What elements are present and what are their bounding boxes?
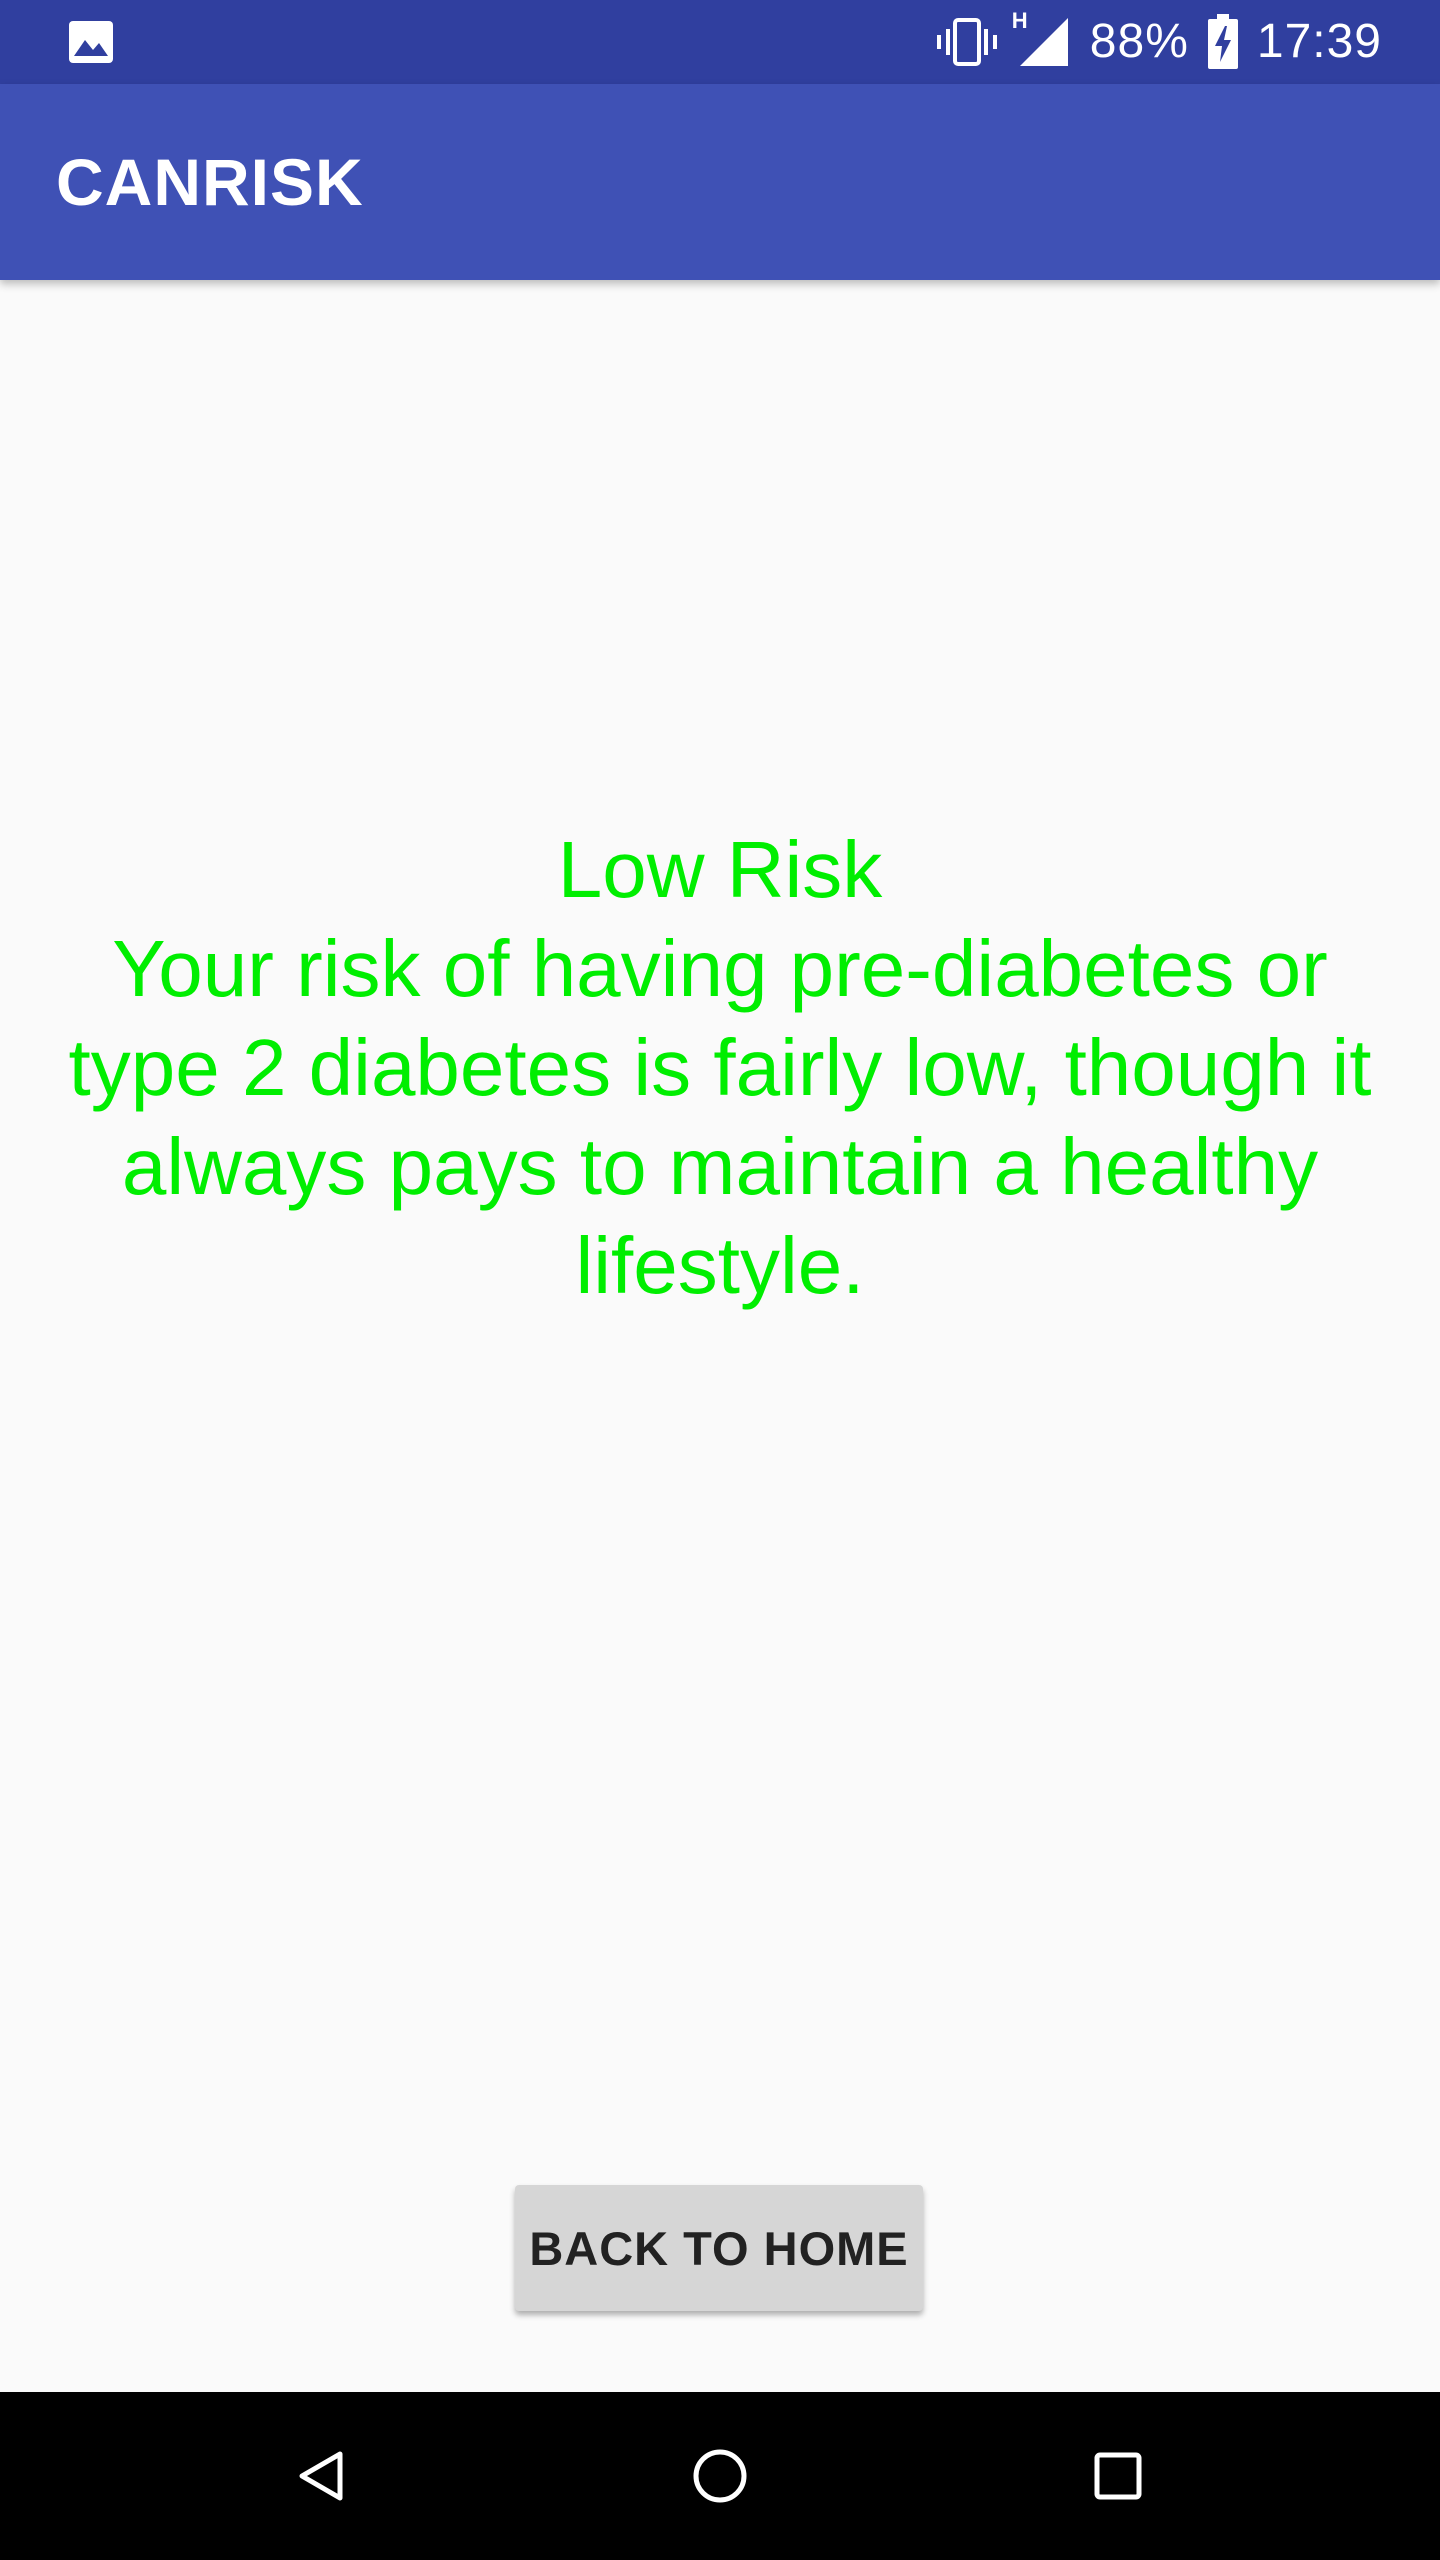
network-type-label: H	[1011, 8, 1028, 33]
status-indicators: H 88% 17:39	[936, 0, 1382, 84]
app-title: CANRISK	[56, 145, 364, 219]
signal-icon: H	[1012, 10, 1072, 68]
screen: H 88% 17:39 CANRISK Low Risk Your risk o…	[0, 0, 1440, 2560]
risk-result: Low Risk Your risk of having pre-diabete…	[40, 820, 1400, 1315]
status-bar: H 88% 17:39	[0, 0, 1440, 84]
navigation-bar	[0, 2392, 1440, 2560]
back-to-home-button[interactable]: BACK TO HOME	[515, 2185, 923, 2311]
recents-square-icon[interactable]	[1068, 2426, 1168, 2526]
vibrate-icon	[936, 17, 998, 67]
home-circle-icon[interactable]	[670, 2426, 770, 2526]
battery-percent: 88%	[1089, 15, 1189, 68]
risk-level-label: Low Risk	[557, 825, 883, 914]
clock: 17:39	[1256, 15, 1382, 68]
battery-charging-icon	[1207, 14, 1239, 70]
main-content: Low Risk Your risk of having pre-diabete…	[0, 280, 1440, 2392]
image-icon	[68, 20, 114, 64]
risk-message: Your risk of having pre-diabetes or type…	[68, 924, 1372, 1310]
back-triangle-icon[interactable]	[272, 2426, 372, 2526]
app-bar: CANRISK	[0, 84, 1440, 280]
